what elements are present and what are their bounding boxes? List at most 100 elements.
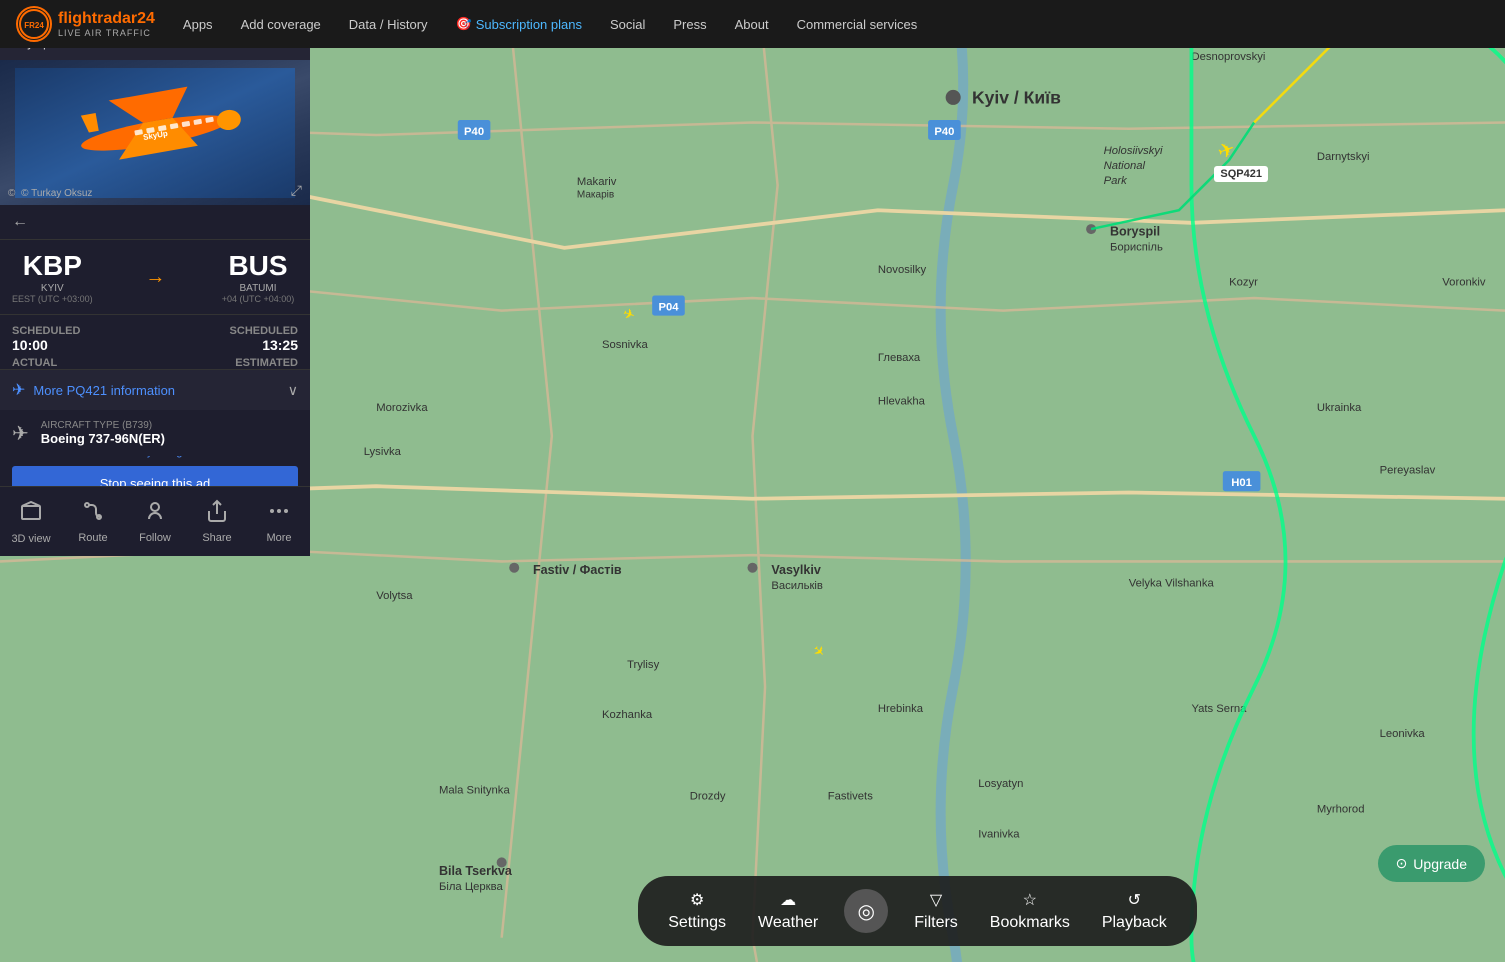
filters-label: Filters (914, 914, 958, 932)
playback-icon: ↺ (1128, 890, 1141, 910)
more-info-header[interactable]: ✈ More PQ421 information ∨ (0, 370, 310, 410)
svg-text:Boryspil: Boryspil (1110, 224, 1160, 238)
origin-name: KYIV (12, 283, 93, 294)
toolbar-follow[interactable]: Follow (128, 499, 183, 544)
nav-commercial[interactable]: Commercial services (785, 0, 930, 48)
upgrade-button[interactable]: ⊙ Upgrade (1378, 845, 1485, 882)
svg-text:Ivanivka: Ivanivka (978, 828, 1020, 840)
scheduled-dep-value: 10:00 (12, 337, 155, 353)
panel-toolbar: 3D view Route Follow (0, 486, 310, 556)
svg-text:Sosnivka: Sosnivka (602, 339, 648, 351)
nav-add-coverage[interactable]: Add coverage (229, 0, 333, 48)
aircraft-model: Boeing 737-96N(ER) (41, 431, 165, 446)
bookmarks-label: Bookmarks (990, 914, 1070, 932)
aircraft-photo: SkyUp © © Turkay Oksuz ⤢ (0, 60, 310, 205)
map-weather-btn[interactable]: ☁ Weather (744, 884, 832, 938)
nav-about[interactable]: About (723, 0, 781, 48)
svg-text:Myrhorod: Myrhorod (1317, 803, 1365, 815)
back-icon[interactable]: ← (12, 213, 28, 231)
map-settings-btn[interactable]: ⚙ Settings (654, 884, 740, 938)
estimated-label: ESTIMATED (235, 357, 298, 369)
toolbar-share[interactable]: Share (190, 499, 245, 544)
share-label: Share (202, 532, 231, 544)
brand-tagline: LIVE AIR TRAFFIC (58, 28, 155, 39)
expand-icon[interactable]: ⤢ (291, 182, 302, 199)
location-icon: ◎ (858, 899, 875, 924)
scheduled-dep-label: SCHEDULED (12, 325, 155, 337)
map-bookmarks-btn[interactable]: ☆ Bookmarks (976, 884, 1084, 938)
3dview-icon (19, 499, 43, 529)
svg-text:Pereyaslav: Pereyaslav (1380, 465, 1436, 477)
route-icon (81, 499, 105, 528)
logo-icon: FR24 (16, 6, 52, 42)
map-toolbar-inner: ⚙ Settings ☁ Weather ◎ ▽ Filters ☆ Bookm… (638, 876, 1197, 946)
plane-small-icon: ✈ (12, 380, 25, 400)
toolbar-more[interactable]: More (252, 499, 307, 544)
aircraft-type-icon: ✈ (12, 421, 29, 446)
nav-subscription[interactable]: 🎯 Subscription plans (444, 0, 594, 48)
svg-text:Mala Snitynka: Mala Snitynka (439, 784, 510, 796)
svg-text:Kyiv / Київ: Kyiv / Київ (972, 88, 1061, 108)
3dview-label: 3D view (11, 533, 50, 545)
svg-text:Velyka Vilshanka: Velyka Vilshanka (1129, 578, 1215, 590)
nav-social[interactable]: Social (598, 0, 657, 48)
svg-text:Losyatyn: Losyatyn (978, 778, 1023, 790)
route-label: Route (78, 532, 107, 544)
upgrade-icon: ⊙ (1396, 855, 1408, 872)
follow-label: Follow (139, 532, 171, 544)
svg-text:Yats Serna: Yats Serna (1191, 703, 1247, 715)
weather-label: Weather (758, 914, 818, 932)
map-filters-btn[interactable]: ▽ Filters (900, 884, 972, 938)
svg-text:Makariv: Makariv (577, 176, 617, 188)
upgrade-label: Upgrade (1413, 856, 1467, 872)
route-arrow-icon: → (145, 266, 165, 289)
chevron-down-icon: ∨ (288, 382, 298, 399)
svg-text:Fastiv / Фастів: Fastiv / Фастів (533, 563, 622, 577)
share-icon (205, 499, 229, 528)
follow-icon (143, 499, 167, 528)
aircraft-silhouette: SkyUp (15, 68, 295, 198)
svg-text:Novosilky: Novosilky (878, 264, 927, 276)
dest-tz: +04 (UTC +04:00) (218, 294, 298, 304)
origin-tz: EEST (UTC +03:00) (12, 294, 93, 304)
actual-label: ACTUAL (12, 357, 155, 369)
svg-text:Васильків: Васильків (771, 580, 823, 592)
svg-text:Kozhanka: Kozhanka (602, 709, 653, 721)
brand-name: flightradar24 (58, 9, 155, 28)
dest-airport: BUS BATUMI +04 (UTC +04:00) (218, 250, 298, 304)
weather-icon: ☁ (780, 890, 796, 910)
playback-label: Playback (1102, 914, 1167, 932)
svg-text:Park: Park (1104, 175, 1129, 187)
filter-icon: ▽ (930, 890, 942, 910)
svg-text:Vasylkiv: Vasylkiv (771, 563, 821, 577)
logo[interactable]: FR24 flightradar24 LIVE AIR TRAFFIC (0, 6, 171, 42)
origin-airport: KBP KYIV EEST (UTC +03:00) (12, 250, 93, 304)
settings-label: Settings (668, 914, 726, 932)
nav-data-history[interactable]: Data / History (337, 0, 440, 48)
nav-apps[interactable]: Apps (171, 0, 225, 48)
map-center-btn[interactable]: ◎ (844, 889, 888, 933)
svg-text:Lysivka: Lysivka (364, 446, 402, 458)
flight-panel: PQ421 /SQP421 SkyUp Airlines ✕ (0, 0, 310, 556)
scheduled-arr-value: 13:25 (262, 337, 298, 353)
svg-text:Бориспіль: Бориспіль (1110, 241, 1163, 253)
toolbar-route[interactable]: Route (66, 499, 121, 544)
nav-press[interactable]: Press (661, 0, 718, 48)
toolbar-3dview[interactable]: 3D view (4, 499, 59, 545)
scheduled-row: SCHEDULED 10:00 SCHEDULED 13:25 (12, 325, 298, 353)
svg-text:Volytsa: Volytsa (376, 590, 413, 602)
svg-text:Morozivka: Morozivka (376, 402, 428, 414)
svg-text:Leonivka: Leonivka (1380, 728, 1426, 740)
svg-text:Макарів: Макарів (577, 190, 614, 201)
svg-text:Trylisy: Trylisy (627, 659, 659, 671)
svg-text:Holosiivskyi: Holosiivskyi (1104, 145, 1163, 157)
svg-text:Hlevakha: Hlevakha (878, 396, 926, 408)
scheduled-arr-label: SCHEDULED (230, 325, 298, 337)
bookmarks-icon: ☆ (1023, 890, 1037, 910)
settings-icon: ⚙ (690, 890, 704, 910)
map-playback-btn[interactable]: ↺ Playback (1088, 884, 1181, 938)
origin-code: KBP (12, 250, 93, 282)
more-icon (267, 499, 291, 528)
svg-text:P04: P04 (658, 302, 679, 314)
svg-text:Глеваха: Глеваха (878, 352, 921, 364)
